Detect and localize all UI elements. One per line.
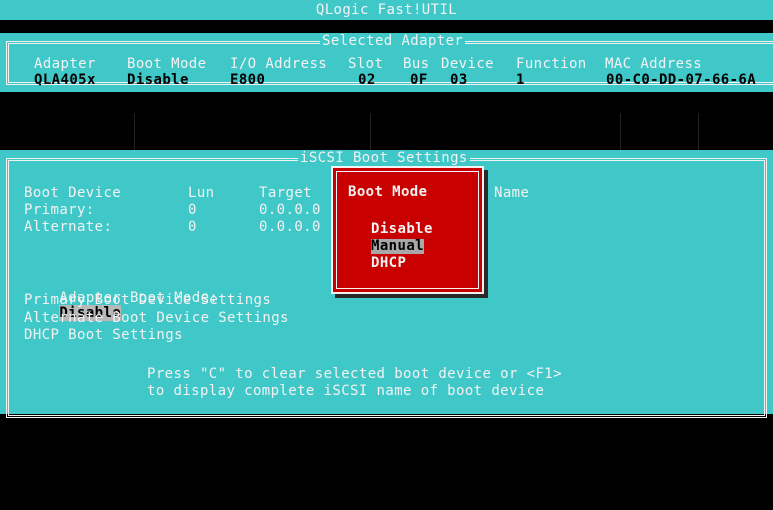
header-mac-address: MAC Address xyxy=(605,56,703,72)
menu-dhcp-boot-settings[interactable]: DHCP Boot Settings xyxy=(24,328,183,343)
header-io-address: I/O Address xyxy=(230,56,328,72)
adapter-slot: 02 xyxy=(358,72,376,88)
alternate-boot-label: Alternate: xyxy=(24,219,113,235)
column-name: Name xyxy=(494,185,530,201)
adapter-device: 03 xyxy=(450,72,468,88)
header-device: Device xyxy=(441,56,494,72)
menu-primary-boot-device-settings[interactable]: Primary Boot Device Settings xyxy=(24,293,271,308)
divider xyxy=(370,113,371,150)
header-bus: Bus xyxy=(403,56,430,72)
boot-mode-option-manual[interactable]: Manual xyxy=(371,239,424,254)
boot-mode-option-disable[interactable]: Disable xyxy=(371,222,433,237)
column-boot-device: Boot Device xyxy=(24,185,122,201)
iscsi-boot-settings-title: iSCSI Boot Settings xyxy=(298,150,470,166)
help-text-line1: Press "C" to clear selected boot device … xyxy=(147,366,562,382)
alternate-boot-lun: 0 xyxy=(188,219,197,235)
divider xyxy=(620,113,621,150)
header-slot: Slot xyxy=(348,56,384,72)
selected-adapter-title: Selected Adapter xyxy=(320,33,466,49)
divider xyxy=(698,113,699,150)
adapter-function: 1 xyxy=(516,72,525,88)
primary-boot-label: Primary: xyxy=(24,202,95,218)
adapter-mac-address: 00-C0-DD-07-66-6A xyxy=(606,72,757,88)
primary-boot-lun: 0 xyxy=(188,202,197,218)
alternate-boot-target: 0.0.0.0 xyxy=(259,219,321,235)
divider xyxy=(134,113,135,150)
boot-mode-popup: Boot Mode Disable Manual DHCP xyxy=(331,166,484,294)
column-lun: Lun xyxy=(188,185,215,201)
column-target: Target xyxy=(259,185,312,201)
adapter-bus: 0F xyxy=(410,72,428,88)
selected-adapter-panel: Selected Adapter Adapter Boot Mode I/O A… xyxy=(0,33,773,92)
adapter-boot-mode: Disable xyxy=(127,72,189,88)
header-boot-mode: Boot Mode xyxy=(127,56,207,72)
boot-mode-popup-title: Boot Mode xyxy=(348,184,428,200)
header-adapter: Adapter xyxy=(34,56,96,72)
adapter-io-address: E800 xyxy=(230,72,266,88)
menu-alternate-boot-device-settings[interactable]: Alternate Boot Device Settings xyxy=(24,311,289,326)
header-function: Function xyxy=(516,56,587,72)
title-bar: QLogic Fast!UTIL xyxy=(0,0,773,20)
primary-boot-target: 0.0.0.0 xyxy=(259,202,321,218)
boot-mode-option-dhcp[interactable]: DHCP xyxy=(371,256,406,271)
help-text-line2: to display complete iSCSI name of boot d… xyxy=(147,383,545,399)
adapter-model: QLA405x xyxy=(34,72,96,88)
app-title: QLogic Fast!UTIL xyxy=(315,2,458,18)
